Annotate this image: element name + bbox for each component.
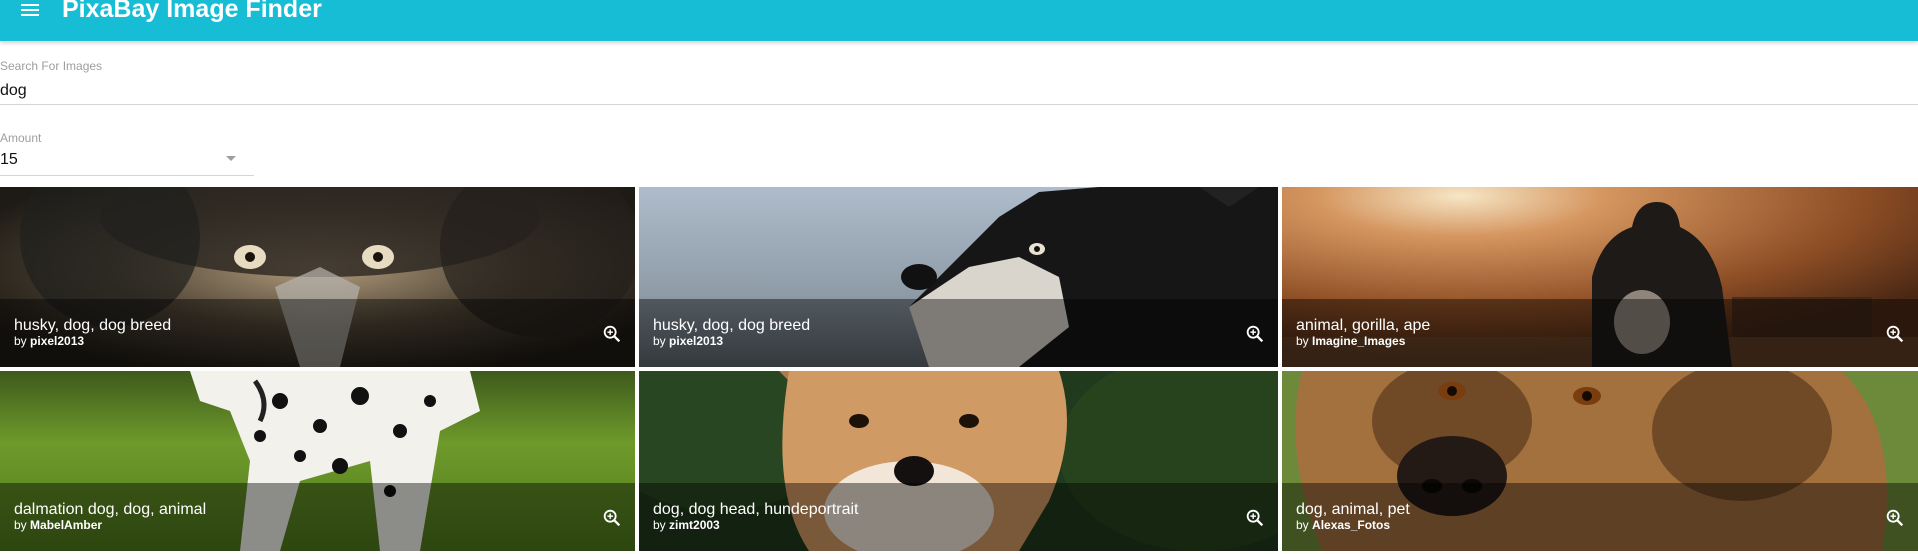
- zoom-in-icon[interactable]: [601, 507, 623, 529]
- chevron-down-icon[interactable]: [226, 156, 236, 161]
- amount-select[interactable]: 15: [0, 151, 250, 173]
- caption-bar: dog, animal, pet by Alexas_Fotos: [1282, 483, 1918, 551]
- app-title: PixaBay Image Finder: [62, 0, 322, 23]
- amount-underline: [0, 175, 254, 176]
- image-tile[interactable]: husky, dog, dog breed by pixel2013: [0, 187, 635, 367]
- caption-bar: dog, dog head, hundeportrait by zimt2003: [639, 483, 1278, 551]
- image-author: by pixel2013: [653, 334, 724, 348]
- caption-bar: animal, gorilla, ape by Imagine_Images: [1282, 299, 1918, 367]
- search-label: Search For Images: [0, 59, 103, 73]
- image-tags: animal, gorilla, ape: [1296, 317, 1431, 334]
- image-author: by MabelAmber: [14, 518, 103, 532]
- app-bar: PixaBay Image Finder: [0, 0, 1918, 41]
- search-input[interactable]: [0, 80, 1900, 102]
- search-underline: [0, 104, 1918, 105]
- caption-bar: husky, dog, dog breed by pixel2013: [639, 299, 1278, 367]
- image-tile[interactable]: husky, dog, dog breed by pixel2013: [639, 187, 1278, 367]
- image-tags: dog, animal, pet: [1296, 501, 1410, 518]
- zoom-in-icon[interactable]: [1884, 507, 1906, 529]
- image-tags: husky, dog, dog breed: [14, 317, 172, 334]
- image-tile[interactable]: dog, dog head, hundeportrait by zimt2003: [639, 371, 1278, 551]
- caption-bar: husky, dog, dog breed by pixel2013: [0, 299, 635, 367]
- zoom-in-icon[interactable]: [601, 323, 623, 345]
- zoom-in-icon[interactable]: [1884, 323, 1906, 345]
- image-tags: husky, dog, dog breed: [653, 317, 811, 334]
- image-tile[interactable]: dalmation dog, dog, animal by MabelAmber: [0, 371, 635, 551]
- image-author: by Alexas_Fotos: [1296, 518, 1391, 532]
- image-tile[interactable]: animal, gorilla, ape by Imagine_Images: [1282, 187, 1918, 367]
- caption-bar: dalmation dog, dog, animal by MabelAmber: [0, 483, 635, 551]
- image-author: by Imagine_Images: [1296, 334, 1406, 348]
- image-author: by pixel2013: [14, 334, 85, 348]
- zoom-in-icon[interactable]: [1244, 507, 1266, 529]
- image-tags: dalmation dog, dog, animal: [14, 501, 207, 518]
- image-tile[interactable]: dog, animal, pet by Alexas_Fotos: [1282, 371, 1918, 551]
- image-tags: dog, dog head, hundeportrait: [653, 501, 859, 518]
- menu-icon[interactable]: [18, 0, 42, 20]
- zoom-in-icon[interactable]: [1244, 323, 1266, 345]
- image-author: by zimt2003: [653, 518, 720, 532]
- amount-label: Amount: [0, 131, 42, 145]
